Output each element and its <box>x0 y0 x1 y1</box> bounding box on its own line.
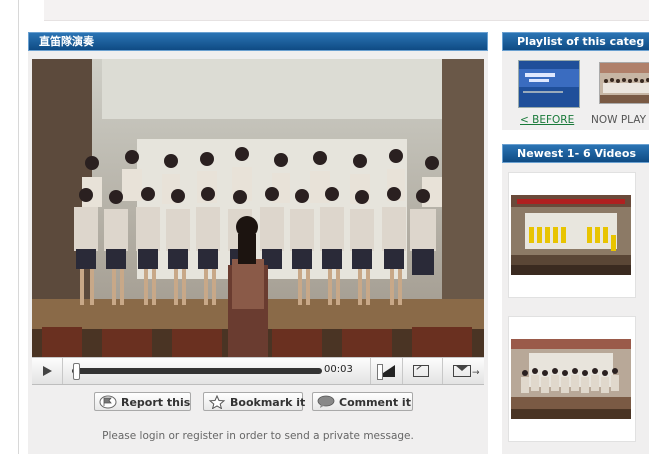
bookmark-button[interactable]: Bookmark it <box>203 392 306 411</box>
video-thumbnail-image <box>511 339 631 419</box>
newest-title: Newest 1- 6 Videos <box>517 147 636 160</box>
now-playing-label: NOW PLAY <box>591 114 647 126</box>
volume-handle[interactable] <box>377 364 383 380</box>
video-title: 直笛隊演奏 <box>39 35 94 48</box>
video-panel: 直笛隊演奏 00:03 → Report this Bookmark it Co… <box>28 32 488 454</box>
previous-video-image <box>519 61 579 107</box>
fullscreen-icon <box>413 365 429 377</box>
play-button[interactable] <box>32 358 63 384</box>
fullscreen-button[interactable] <box>402 358 441 384</box>
time-display: 00:03 <box>324 364 353 375</box>
video-thumbnail[interactable] <box>511 339 631 419</box>
player-controls: 00:03 → <box>32 357 484 385</box>
comment-label: Comment it <box>339 396 411 409</box>
bookmark-label: Bookmark it <box>230 396 306 409</box>
speech-bubble-icon <box>317 395 335 408</box>
video-frame <box>32 59 484 357</box>
report-button[interactable]: Report this <box>94 392 191 411</box>
now-playing-thumbnail[interactable] <box>599 62 649 104</box>
previous-video-thumbnail[interactable] <box>518 60 580 108</box>
video-title-bar: 直笛隊演奏 <box>28 32 488 51</box>
video-card[interactable] <box>508 172 636 298</box>
report-label: Report this <box>121 396 191 409</box>
seek-bar[interactable] <box>72 368 322 374</box>
report-flag-icon <box>99 395 117 409</box>
top-strip <box>44 0 649 21</box>
login-message: Please login or register in order to sen… <box>102 430 414 442</box>
share-arrow-icon: → <box>472 368 480 378</box>
seek-handle[interactable] <box>73 363 80 380</box>
page-left-rule <box>18 0 19 454</box>
before-link[interactable]: < BEFORE <box>520 114 574 126</box>
video-thumbnail-image <box>511 195 631 275</box>
newest-videos-panel: Newest 1- 6 Videos <box>502 144 649 454</box>
playlist-panel: Playlist of this categ < BEFORE NOW PLAY <box>502 32 649 130</box>
email-share-icon <box>453 365 471 377</box>
playlist-title-bar: Playlist of this categ <box>502 32 649 51</box>
video-player[interactable] <box>32 59 484 357</box>
playlist-title: Playlist of this categ <box>517 35 645 48</box>
video-card[interactable] <box>508 316 636 442</box>
comment-button[interactable]: Comment it <box>312 392 413 411</box>
email-share-button[interactable]: → <box>442 358 485 384</box>
newest-title-bar: Newest 1- 6 Videos <box>502 144 649 163</box>
now-playing-image <box>600 63 649 103</box>
volume-control[interactable] <box>370 358 401 384</box>
star-icon <box>208 395 226 409</box>
video-thumbnail[interactable] <box>511 195 631 275</box>
